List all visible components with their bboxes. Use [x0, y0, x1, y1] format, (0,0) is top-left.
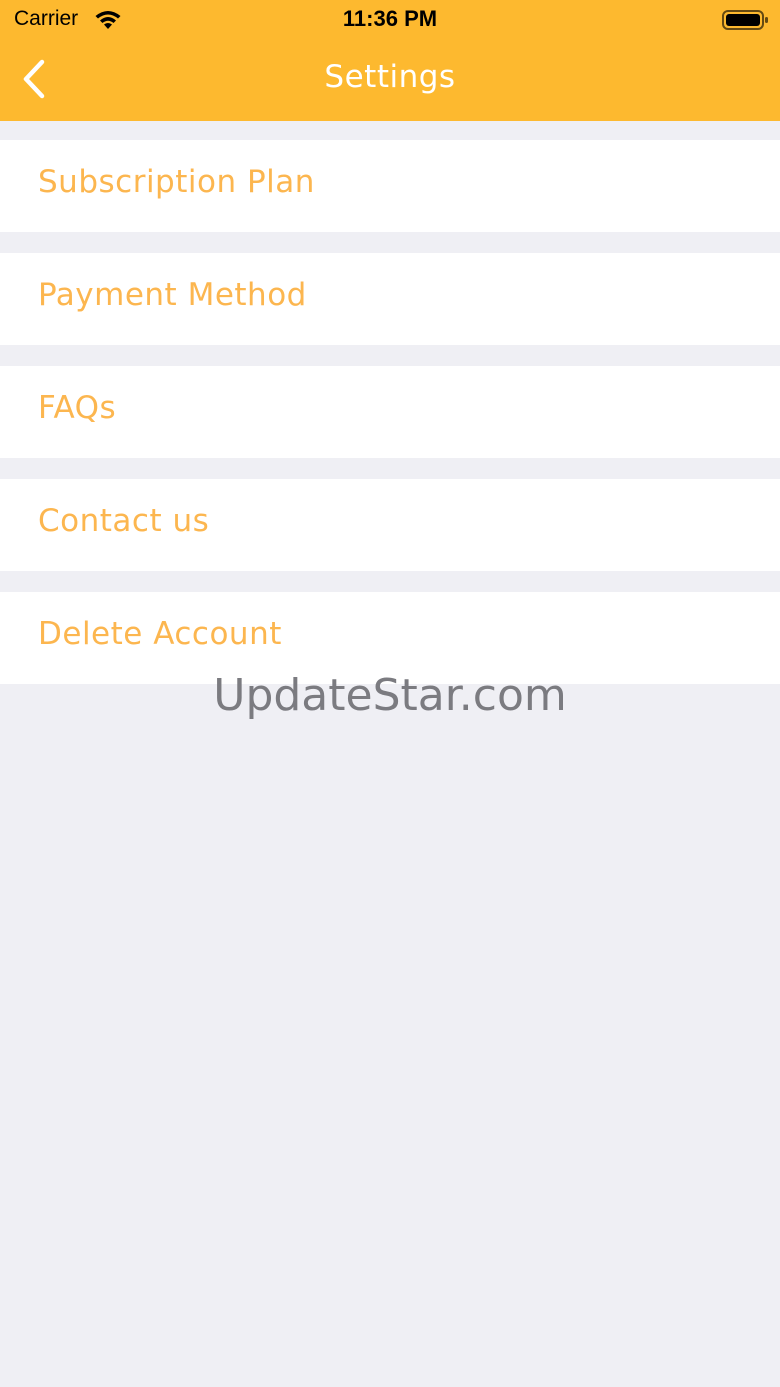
- settings-menu: Subscription Plan Payment Method FAQs Co…: [0, 140, 780, 705]
- menu-item-subscription-plan[interactable]: Subscription Plan: [0, 140, 780, 232]
- navigation-header: Carrier 11:36 PM Settings: [0, 0, 780, 121]
- menu-item-payment-method[interactable]: Payment Method: [0, 253, 780, 345]
- menu-item-contact-us[interactable]: Contact us: [0, 479, 780, 571]
- status-bar: Carrier 11:36 PM: [0, 0, 780, 40]
- menu-item-label: FAQs: [38, 390, 117, 426]
- menu-item-label: Subscription Plan: [38, 164, 315, 200]
- menu-item-faqs[interactable]: FAQs: [0, 366, 780, 458]
- battery-icon: [722, 10, 768, 30]
- page-title: Settings: [324, 59, 456, 95]
- menu-item-label: Delete Account: [38, 616, 282, 652]
- status-time: 11:36 PM: [342, 6, 438, 31]
- menu-item-label: Contact us: [38, 503, 210, 539]
- menu-item-label: Payment Method: [38, 277, 307, 313]
- watermark-text: UpdateStar.com: [213, 670, 567, 721]
